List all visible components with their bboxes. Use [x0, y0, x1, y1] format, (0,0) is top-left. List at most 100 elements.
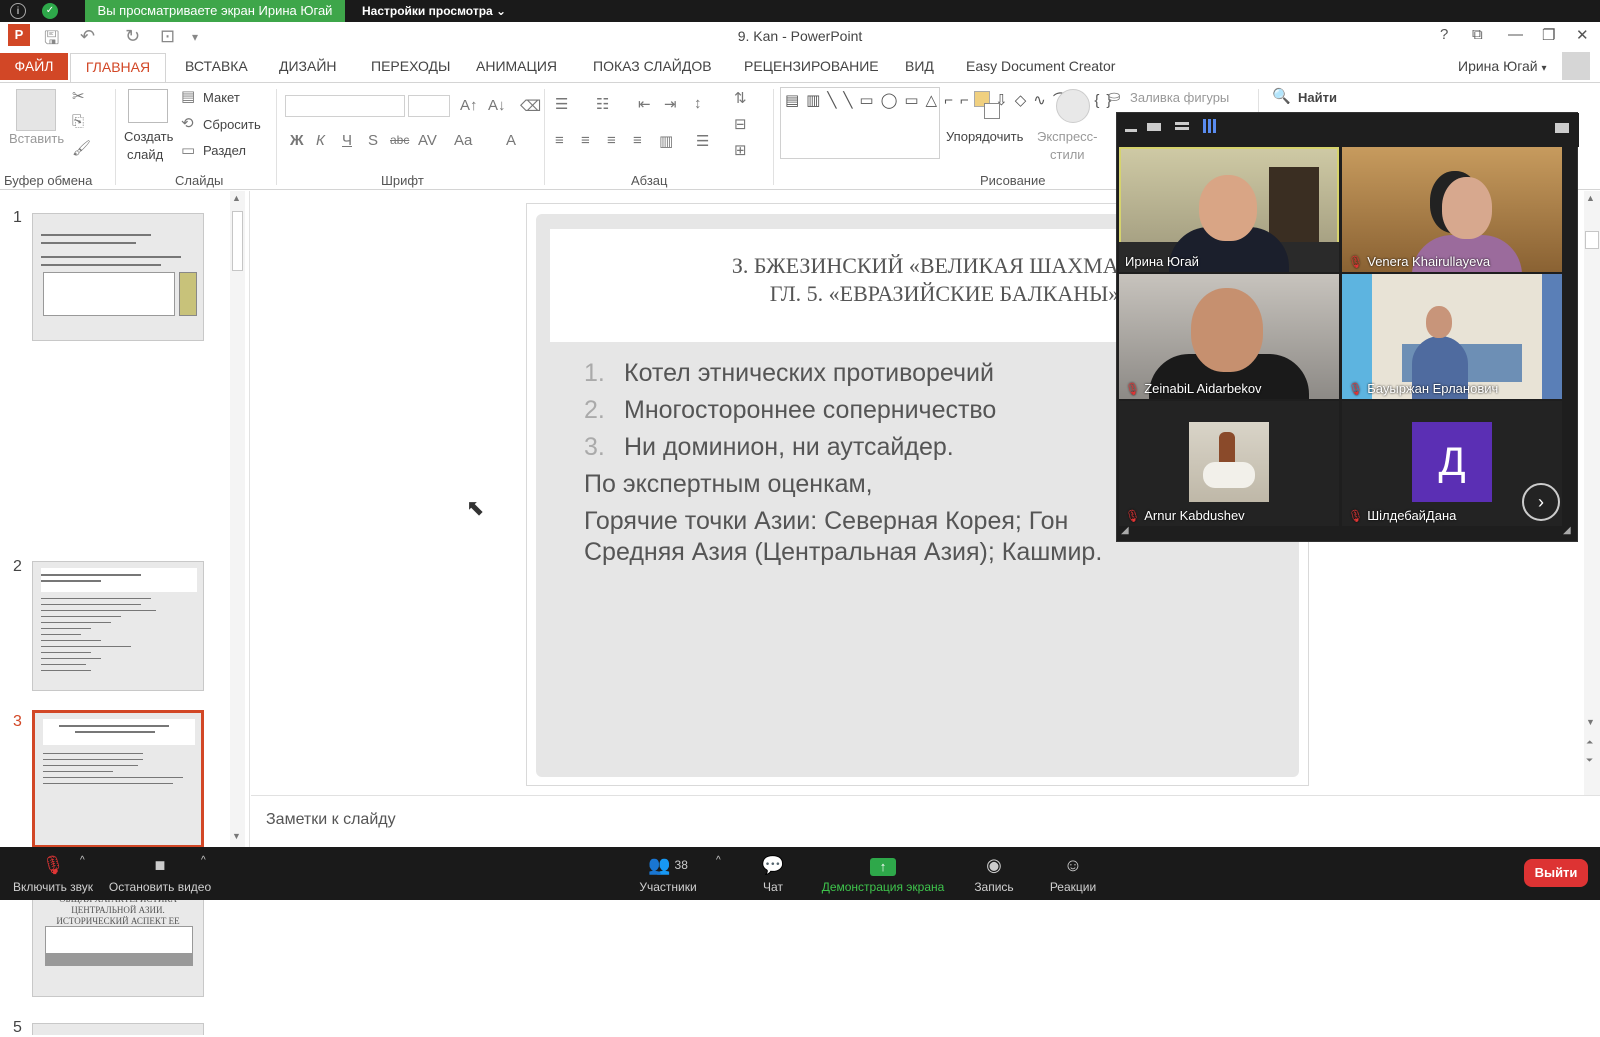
tab-insert[interactable]: ВСТАВКА [185, 58, 248, 74]
quick-styles-label-1[interactable]: Экспресс- [1037, 129, 1098, 144]
numbering-icon[interactable]: ☷ [596, 95, 609, 113]
justify-icon[interactable]: ≡ [633, 132, 642, 149]
scrollbar-thumb[interactable] [1585, 231, 1599, 249]
video-tile[interactable]: Ирина Югай [1119, 147, 1339, 272]
paste-button[interactable]: Вставить [9, 131, 64, 146]
scroll-down-icon[interactable]: ▼ [232, 831, 241, 841]
scroll-up-icon[interactable]: ▲ [232, 193, 241, 203]
participants-options-icon[interactable]: ^ [716, 855, 721, 866]
close-icon[interactable]: ✕ [1576, 26, 1589, 44]
view-options-button[interactable]: Настройки просмотра ⌄ [362, 0, 506, 22]
slide-thumbnail-3[interactable] [32, 710, 204, 848]
participants-button[interactable]: 👥 38 Участники [632, 853, 704, 894]
help-icon[interactable]: ? [1440, 26, 1448, 43]
resize-handle-icon[interactable]: ◢ [1121, 525, 1129, 536]
increase-font-icon[interactable]: A↑ [460, 97, 478, 114]
restore-icon[interactable]: ❐ [1542, 26, 1555, 44]
record-button[interactable]: ◉ Запись [970, 853, 1018, 894]
text-direction-icon[interactable]: ⇅ [734, 89, 747, 107]
video-tile[interactable]: 🎙 Venera Khairullayeva [1342, 147, 1562, 272]
thumbnails-scrollbar[interactable]: ▲ ▼ [230, 191, 245, 847]
video-options-icon[interactable]: ^ [201, 855, 206, 866]
arrange-icon[interactable] [972, 89, 1004, 123]
video-tile[interactable]: 🎙 ZeinabiL Aidarbekov [1119, 274, 1339, 399]
arrange-button[interactable]: Упорядочить [946, 129, 1023, 144]
new-slide-label-2[interactable]: слайд [127, 147, 163, 162]
video-tile[interactable]: 🎙 Arnur Kabdushev [1119, 401, 1339, 526]
next-page-button[interactable]: › [1522, 483, 1560, 521]
columns-icon[interactable]: ▥ [659, 132, 673, 150]
minimize-video-icon[interactable] [1125, 129, 1137, 132]
exit-fullscreen-icon[interactable] [1555, 123, 1569, 133]
next-slide-icon[interactable]: ⏷ [1586, 755, 1593, 766]
align-right-icon[interactable]: ≡ [607, 132, 616, 149]
chat-button[interactable]: 💬 Чат [758, 853, 788, 894]
align-text-icon[interactable]: ⊟ [734, 115, 747, 133]
quick-styles-icon[interactable] [1056, 89, 1090, 123]
decrease-font-icon[interactable]: A↓ [488, 97, 506, 114]
format-painter-icon[interactable]: 🖌 [72, 139, 91, 157]
font-color-button[interactable]: A [506, 132, 516, 149]
slide-thumbnail-5[interactable] [32, 1023, 204, 1035]
change-case-button[interactable]: Aa [454, 132, 472, 149]
avatar[interactable] [1562, 52, 1590, 80]
italic-button[interactable]: К [316, 132, 325, 149]
align-center-icon[interactable]: ≡ [581, 132, 590, 149]
paste-icon[interactable] [16, 89, 56, 131]
paragraph-more-icon[interactable]: ☰ [696, 132, 709, 150]
reactions-button[interactable]: ☺ Реакции [1048, 853, 1098, 894]
line-spacing-icon[interactable]: ↕ [694, 95, 702, 112]
gallery-view-icon[interactable] [1203, 119, 1217, 133]
slide-scrollbar[interactable]: ▲ ▼ ⏶ ⏷ [1584, 191, 1600, 795]
slide-thumbnail-2[interactable] [32, 561, 204, 691]
shield-icon[interactable]: ✓ [42, 3, 58, 19]
decrease-indent-icon[interactable]: ⇤ [638, 95, 651, 113]
tab-easy-document-creator[interactable]: Easy Document Creator [966, 58, 1115, 74]
shapes-gallery-icons[interactable]: ▤▥╲╲▭◯▭△⌐⌐⇨⇩◇∿⌒∿{} [785, 90, 1111, 112]
previous-slide-icon[interactable]: ⏶ [1586, 737, 1593, 748]
notes-pane[interactable]: Заметки к слайду [251, 795, 1600, 847]
speaker-view-icon[interactable] [1147, 123, 1161, 131]
tab-review[interactable]: РЕЦЕНЗИРОВАНИЕ [744, 58, 879, 74]
tab-animations[interactable]: АНИМАЦИЯ [476, 58, 557, 74]
strikethrough-button[interactable]: abc [390, 133, 409, 147]
video-tile[interactable]: 🎙 Бауыржан Ерланович [1342, 274, 1562, 399]
reset-button[interactable]: Сбросить [203, 117, 261, 132]
bullets-icon[interactable]: ☰ [555, 95, 568, 113]
tab-slideshow[interactable]: ПОКАЗ СЛАЙДОВ [593, 58, 712, 74]
scrollbar-thumb[interactable] [232, 211, 243, 271]
shadow-button[interactable]: S [368, 132, 378, 149]
clear-formatting-icon[interactable]: ⌫ [520, 97, 541, 115]
resize-handle-icon[interactable]: ◢ [1563, 525, 1571, 536]
cut-icon[interactable]: ✂ [72, 87, 85, 105]
underline-button[interactable]: Ч [342, 132, 352, 149]
slide-thumbnail-1[interactable] [32, 213, 204, 341]
font-name-input[interactable] [285, 95, 405, 117]
layout-button[interactable]: Макет [203, 90, 240, 105]
scroll-down-icon[interactable]: ▼ [1586, 717, 1595, 727]
minimize-icon[interactable]: — [1508, 26, 1523, 43]
audio-options-icon[interactable]: ^ [80, 855, 85, 866]
section-button[interactable]: Раздел [203, 143, 246, 158]
char-spacing-button[interactable]: AV [418, 132, 437, 149]
smartart-icon[interactable]: ⊞ [734, 141, 747, 159]
quick-styles-label-2[interactable]: стили [1050, 147, 1085, 162]
align-left-icon[interactable]: ≡ [555, 132, 564, 149]
tab-view[interactable]: ВИД [905, 58, 934, 74]
font-size-input[interactable] [408, 95, 450, 117]
tab-transitions[interactable]: ПЕРЕХОДЫ [371, 58, 450, 74]
shapes-gallery[interactable]: ▤▥╲╲▭◯▭△⌐⌐⇨⇩◇∿⌒∿{} [780, 87, 1111, 159]
shape-fill-button[interactable]: Заливка фигуры [1130, 90, 1229, 105]
ribbon-display-icon[interactable]: ⧉ [1472, 26, 1483, 43]
tab-design[interactable]: ДИЗАЙН [279, 58, 337, 74]
new-slide-icon[interactable] [128, 89, 168, 123]
tab-home[interactable]: ГЛАВНАЯ [70, 53, 166, 82]
find-button[interactable]: Найти [1298, 90, 1337, 105]
account-name[interactable]: Ирина Югай ▾ [1458, 58, 1547, 74]
bold-button[interactable]: Ж [290, 132, 304, 149]
info-icon[interactable]: i [10, 3, 26, 19]
scroll-up-icon[interactable]: ▲ [1586, 193, 1595, 203]
share-screen-button[interactable]: ↑ Демонстрация экрана [820, 853, 946, 894]
stop-video-button[interactable]: ■ Остановить видео [108, 853, 212, 894]
strip-view-icon[interactable] [1175, 122, 1189, 125]
